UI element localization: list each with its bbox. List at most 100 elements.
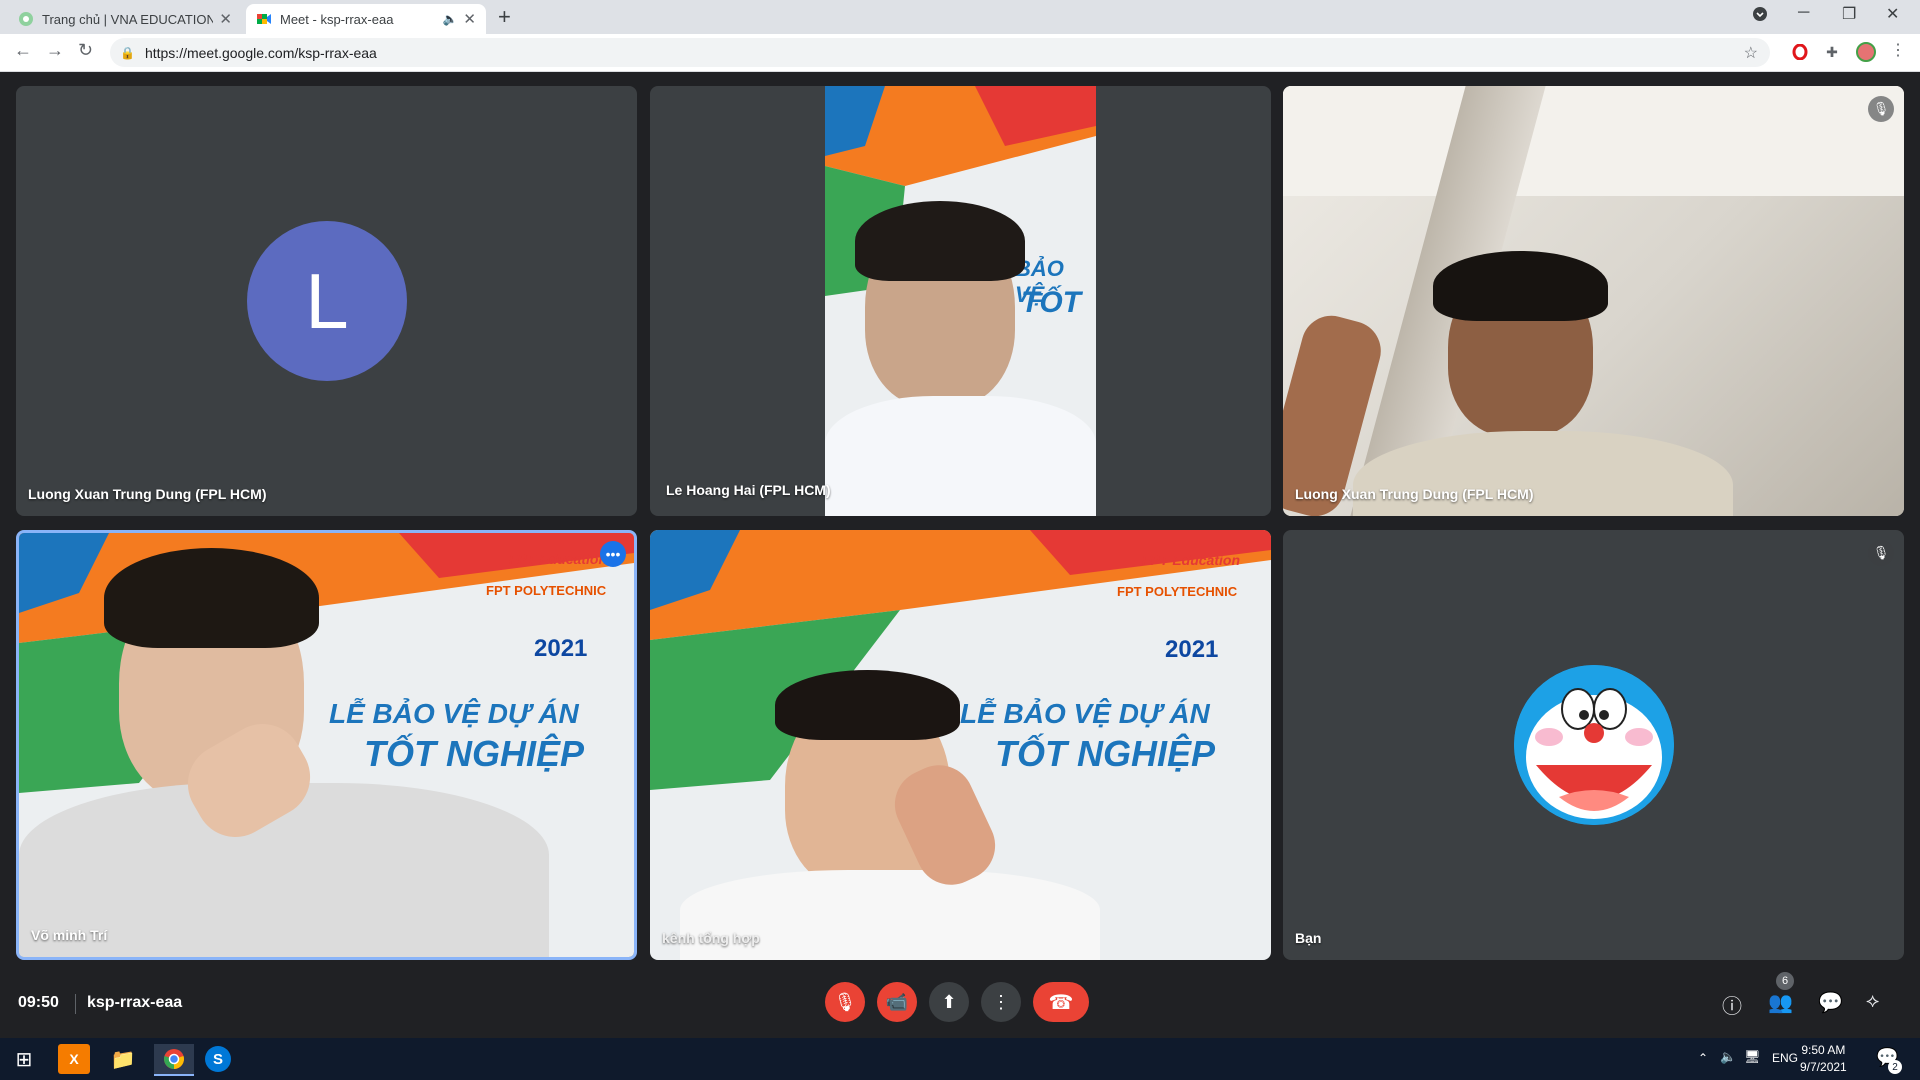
address-bar[interactable]: 🔒 https://meet.google.com/ksp-rrax-eaa ☆ (110, 38, 1770, 67)
file-explorer-icon[interactable]: 📁 (107, 1044, 139, 1074)
meeting-details-icon[interactable]: ⓘ (1722, 990, 1742, 1019)
muted-mic-icon: 🎙 (1868, 96, 1894, 122)
participant-tile[interactable]: 🎙 Luong Xuan Trung Dung (FPL HCM) (1283, 86, 1904, 516)
mic-off-icon: 🎙 (833, 991, 857, 1012)
year-label: 2021 (534, 635, 588, 662)
divider (75, 994, 76, 1014)
participant-name: Luong Xuan Trung Dung (FPL HCM) (1295, 486, 1534, 502)
taskbar-date: 9/7/2021 (1800, 1060, 1847, 1074)
more-vert-icon: ⋮ (992, 991, 1010, 1012)
meet-participant-grid: L Luong Xuan Trung Dung (FPL HCM) BẢO VỆ… (0, 72, 1920, 972)
chat-icon[interactable]: 💬 (1818, 990, 1843, 1015)
person-hair (855, 201, 1025, 281)
new-tab-button[interactable]: + (498, 4, 511, 30)
browser-toolbar: ← → ↻ 🔒 https://meet.google.com/ksp-rrax… (0, 34, 1920, 72)
meeting-time: 09:50 (18, 994, 59, 1011)
people-icon[interactable]: 👥 (1768, 990, 1793, 1015)
participant-video: FPT Education FPT POLYTECHNIC 2021 LỄ BẢ… (650, 530, 1271, 960)
bookmark-star-icon[interactable]: ☆ (1744, 43, 1758, 63)
present-screen-icon: ⬆ (941, 991, 957, 1012)
school-name: FPT POLYTECHNIC (1117, 584, 1238, 599)
participant-tile-self[interactable]: 🎙 Bạn (1283, 530, 1904, 960)
school-name: FPT POLYTECHNIC (486, 583, 607, 598)
network-icon[interactable]: 🖥 (1744, 1049, 1761, 1065)
taskbar-clock[interactable]: 9:50 AM 9/7/2021 (1800, 1042, 1847, 1076)
person-shirt (825, 396, 1096, 516)
banner-partial-line2: TỐT (1021, 286, 1081, 319)
participant-tile[interactable]: FPT Education FPT POLYTECHNIC 2021 LỄ BẢ… (650, 530, 1271, 960)
volume-icon[interactable]: 🔈 (1720, 1049, 1736, 1065)
person-hair (775, 670, 960, 740)
participant-video: FPT Education FPT POLYTECHNIC 2021 LỄ BẢ… (19, 533, 634, 957)
mic-off-button[interactable]: 🎙 (825, 982, 865, 1022)
menu-kebab-icon[interactable]: ⋮ (1890, 40, 1906, 60)
close-tab-icon[interactable]: ✕ (463, 10, 476, 28)
meet-controls-bar: 09:50 ksp-rrax-eaa 🎙 📹 ⬆ ⋮ ☎ ⓘ 👥 6 💬 ⟡ (0, 972, 1920, 1038)
taskbar-time: 9:50 AM (1801, 1043, 1846, 1057)
notification-count-badge: 2 (1888, 1060, 1902, 1074)
person-hair (104, 548, 319, 648)
leave-call-button[interactable]: ☎ (1033, 982, 1089, 1022)
banner-title-line1: LỄ BẢO VỆ DỰ ÁN (329, 698, 579, 729)
more-options-button[interactable]: ⋮ (981, 982, 1021, 1022)
tab-meet[interactable]: Meet - ksp-rrax-eaa 🔈 ✕ (246, 4, 486, 34)
participant-tile[interactable]: BẢO VỆ TỐT Le Hoang Hai (FPL HCM) (650, 86, 1271, 516)
participant-name: Bạn (1295, 930, 1322, 946)
participant-name: Luong Xuan Trung Dung (FPL HCM) (28, 486, 267, 502)
restore-icon[interactable]: ❐ (1842, 4, 1856, 24)
person-shirt (1353, 431, 1733, 516)
url-text: https://meet.google.com/ksp-rrax-eaa (144, 44, 377, 61)
more-options-icon[interactable]: ••• (600, 541, 626, 567)
person-shirt (680, 870, 1100, 960)
activities-icon[interactable]: ⟡ (1866, 990, 1879, 1013)
year-label: 2021 (1165, 636, 1219, 663)
tray-chevron-icon[interactable]: ⌃ (1698, 1051, 1708, 1065)
participant-tile-active[interactable]: FPT Education FPT POLYTECHNIC 2021 LỄ BẢ… (16, 530, 637, 960)
camera-off-button[interactable]: 📹 (877, 982, 917, 1022)
profile-avatar[interactable] (1856, 42, 1876, 62)
windows-start-icon[interactable]: ⊞ (8, 1044, 40, 1074)
banner-title-line2: TỐT NGHIỆP (995, 733, 1216, 774)
language-indicator[interactable]: ENG (1772, 1051, 1798, 1065)
muted-mic-icon: 🎙 (1868, 540, 1894, 566)
meet-favicon-icon (257, 14, 271, 24)
participant-name: kênh tổng hợp (662, 930, 760, 946)
reload-icon[interactable]: ↻ (78, 40, 93, 61)
meeting-code: ksp-rrax-eaa (87, 994, 183, 1011)
chrome-taskbar-icon[interactable] (154, 1044, 194, 1076)
doraemon-avatar (1514, 665, 1674, 825)
participant-name: Le Hoang Hai (FPL HCM) (666, 482, 831, 498)
tab-title: Trang chủ | VNA EDUCATION (42, 11, 214, 27)
windows-taskbar: ⊞ X 📁 S ⌃ 🔈 🖥 ENG 9:50 AM 9/7/2021 💬 2 (0, 1038, 1920, 1080)
avatar: L (247, 221, 407, 381)
participant-video: BẢO VỆ TỐT (825, 86, 1096, 516)
tab-title: Meet - ksp-rrax-eaa (280, 11, 394, 27)
fpt-logo: FPT Education (1142, 552, 1240, 568)
participant-tile[interactable]: L Luong Xuan Trung Dung (FPL HCM) (16, 86, 637, 516)
lock-icon[interactable]: 🔒 (120, 46, 135, 60)
back-icon[interactable]: ← (14, 40, 32, 61)
tab-search-icon[interactable] (1752, 6, 1768, 27)
participant-name: Võ minh Trí (31, 927, 108, 943)
vna-favicon-icon (19, 12, 33, 26)
banner-title-line2: TỐT NGHIỆP (364, 733, 585, 774)
present-button[interactable]: ⬆ (929, 982, 969, 1022)
opera-extension-icon[interactable] (1790, 42, 1810, 62)
xampp-app-icon[interactable]: X (58, 1044, 90, 1074)
skype-app-icon[interactable]: S (205, 1046, 231, 1072)
participant-count-badge: 6 (1776, 972, 1794, 990)
participant-video (1283, 86, 1904, 516)
person-hair (1433, 251, 1608, 321)
extensions-icon[interactable]: ✚ (1822, 42, 1842, 62)
tab-vna-education[interactable]: Trang chủ | VNA EDUCATION ✕ (8, 4, 242, 34)
hang-up-icon: ☎ (1048, 991, 1074, 1014)
audio-playing-icon[interactable]: 🔈 (442, 12, 457, 26)
close-window-icon[interactable]: ✕ (1886, 4, 1899, 24)
camera-off-icon: 📹 (885, 991, 909, 1012)
browser-tab-bar: Trang chủ | VNA EDUCATION ✕ Meet - ksp-r… (0, 0, 1920, 34)
banner-title-line1: LỄ BẢO VỆ DỰ ÁN (960, 698, 1210, 729)
close-tab-icon[interactable]: ✕ (219, 10, 232, 28)
minimize-icon[interactable]: ─ (1798, 4, 1809, 22)
forward-icon[interactable]: → (46, 40, 64, 61)
doraemon-face-icon (1514, 665, 1674, 825)
